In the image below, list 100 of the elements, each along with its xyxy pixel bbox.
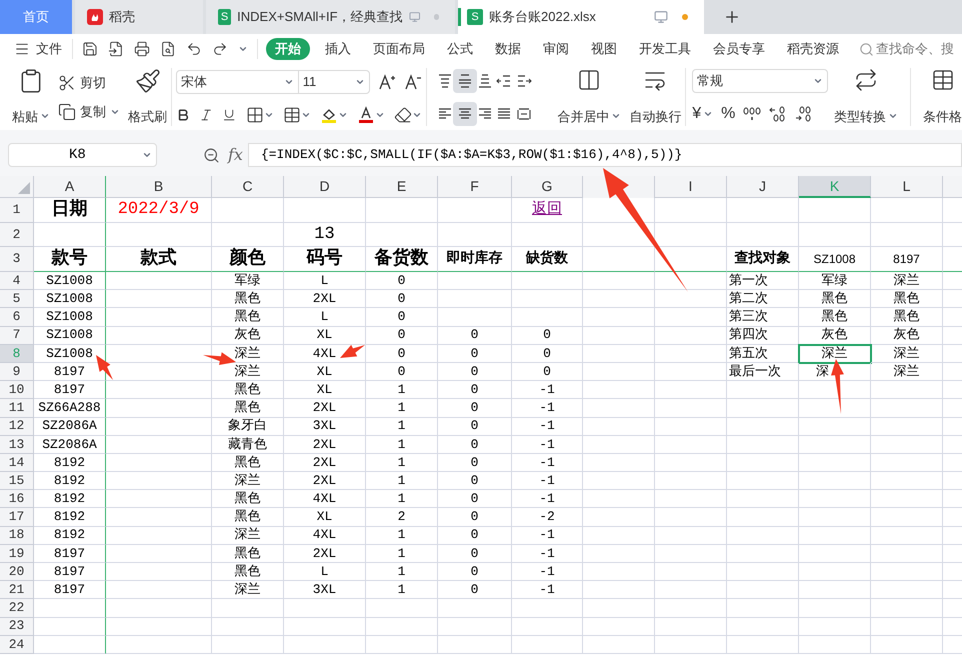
empty-cell bbox=[727, 618, 799, 636]
column-header[interactable]: E bbox=[366, 176, 438, 198]
ribbon-tab[interactable]: 页面布局 bbox=[373, 39, 425, 59]
row-number[interactable]: 1 bbox=[0, 198, 34, 223]
column-header[interactable]: G bbox=[512, 176, 583, 198]
new-tab-icon[interactable] bbox=[723, 8, 741, 26]
sheet-logo: S bbox=[218, 9, 232, 25]
align-icon bbox=[516, 72, 532, 88]
align-button[interactable] bbox=[452, 68, 477, 92]
file-menu[interactable]: 文件 bbox=[0, 39, 72, 59]
empty-cell bbox=[655, 362, 727, 382]
zoom-out-icon[interactable] bbox=[203, 146, 220, 164]
row-number[interactable]: 6 bbox=[0, 308, 34, 327]
tab[interactable]: 稻壳 bbox=[75, 0, 203, 34]
align-button[interactable] bbox=[452, 102, 477, 126]
return-link[interactable]: 返回 bbox=[512, 198, 583, 223]
export-icon[interactable] bbox=[108, 41, 124, 57]
redo-icon[interactable] bbox=[212, 41, 228, 57]
conditional-format-button[interactable]: 条件格 bbox=[911, 64, 962, 130]
search-field[interactable]: 查找命令、搜 bbox=[859, 39, 954, 59]
shrink-font-icon[interactable] bbox=[404, 73, 422, 91]
merge-center-button[interactable]: 合并居中 bbox=[557, 64, 622, 130]
ribbon-tab[interactable]: 插入 bbox=[325, 39, 351, 59]
empty-cell bbox=[799, 418, 871, 436]
font-color-icon[interactable] bbox=[356, 106, 375, 124]
paste-button[interactable]: 粘贴 bbox=[8, 64, 54, 130]
row-number[interactable]: 20 bbox=[0, 563, 34, 582]
ribbon-tab[interactable]: 视图 bbox=[591, 39, 617, 59]
row-number[interactable]: 5 bbox=[0, 290, 34, 308]
empty-cell bbox=[583, 399, 655, 418]
row-number[interactable]: 19 bbox=[0, 544, 34, 563]
column-header[interactable]: F bbox=[438, 176, 512, 198]
table-cell: 8192 bbox=[34, 472, 106, 490]
table-cell: 1 bbox=[366, 544, 438, 563]
column-header[interactable]: A bbox=[34, 176, 106, 198]
row-number[interactable]: 14 bbox=[0, 454, 34, 472]
number-format-select[interactable]: 常规 bbox=[692, 68, 828, 92]
increase-decimal-icon[interactable] bbox=[769, 104, 788, 122]
ribbon-tab[interactable]: 公式 bbox=[447, 39, 473, 59]
empty-cell bbox=[212, 198, 284, 223]
percent-button[interactable]: % bbox=[721, 102, 736, 126]
copy-button[interactable]: 复制 bbox=[58, 102, 120, 122]
table-cell: 13 bbox=[284, 223, 366, 247]
table-cell: SZ1008 bbox=[34, 326, 106, 345]
menu-icon bbox=[14, 41, 30, 57]
row-number[interactable]: 4 bbox=[0, 272, 34, 290]
wrap-text-button[interactable]: 自动换行 bbox=[629, 64, 682, 130]
table-cell: 1 bbox=[366, 526, 438, 545]
ribbon-tab[interactable]: 开发工具 bbox=[639, 39, 691, 59]
currency-button[interactable]: ¥ bbox=[692, 102, 714, 126]
row-number[interactable]: 21 bbox=[0, 581, 34, 600]
grow-font-icon[interactable] bbox=[378, 73, 396, 91]
row-number[interactable]: 3 bbox=[0, 247, 34, 272]
row-number[interactable]: 10 bbox=[0, 381, 34, 400]
thousands-separator-icon[interactable] bbox=[743, 104, 762, 122]
row-number[interactable]: 18 bbox=[0, 526, 34, 545]
row-number[interactable]: 9 bbox=[0, 362, 34, 382]
column-header[interactable]: I bbox=[655, 176, 727, 198]
row-number[interactable]: 2 bbox=[0, 223, 34, 247]
row-number[interactable]: 7 bbox=[0, 326, 34, 345]
print-icon[interactable] bbox=[134, 41, 150, 57]
convert-type-button[interactable]: 类型转换 bbox=[830, 64, 902, 130]
format-painter-button[interactable]: 格式刷 bbox=[128, 64, 167, 130]
function-button[interactable]: fx bbox=[228, 143, 243, 167]
caret-icon bbox=[338, 110, 348, 120]
tab[interactable]: S 账务台账2022.xlsx bbox=[458, 0, 704, 34]
ribbon-tab[interactable]: 审阅 bbox=[543, 39, 569, 59]
tab[interactable]: S INDEX+SMAll+IF，经典查找 bbox=[206, 0, 455, 34]
row-number[interactable]: 16 bbox=[0, 490, 34, 508]
eraser-icon[interactable] bbox=[394, 106, 412, 124]
row-number[interactable]: 12 bbox=[0, 418, 34, 436]
undo-icon[interactable] bbox=[186, 41, 202, 57]
row-number[interactable]: 24 bbox=[0, 636, 34, 654]
row-number[interactable]: 13 bbox=[0, 436, 34, 454]
row-number[interactable]: 15 bbox=[0, 472, 34, 490]
column-header[interactable]: L bbox=[871, 176, 943, 198]
cell-style-icon[interactable] bbox=[282, 106, 301, 124]
ribbon-tab[interactable]: 数据 bbox=[495, 39, 521, 59]
formula-field[interactable]: {=INDEX($C:$C,SMALL(IF($A:$A=K$3,ROW($1:$16),4^8),5))} bbox=[248, 143, 962, 167]
name-box[interactable]: K8 bbox=[8, 143, 157, 167]
row-number[interactable]: 17 bbox=[0, 508, 34, 527]
column-header[interactable]: D bbox=[284, 176, 366, 198]
ribbon-tab[interactable]: 稻壳资源 bbox=[787, 39, 839, 59]
empty-cell bbox=[212, 636, 284, 654]
decrease-decimal-icon[interactable] bbox=[795, 104, 814, 122]
table-cell: 查找对象 bbox=[727, 247, 799, 272]
empty-cell bbox=[727, 490, 799, 508]
empty-cell bbox=[655, 508, 727, 527]
empty-cell bbox=[655, 636, 727, 654]
ribbon-tab[interactable]: 会员专享 bbox=[713, 39, 765, 59]
row-number[interactable]: 11 bbox=[0, 399, 34, 418]
row-number[interactable]: 22 bbox=[0, 599, 34, 618]
align-icon bbox=[456, 106, 473, 122]
borders-icon[interactable] bbox=[246, 106, 264, 124]
save-icon[interactable] bbox=[82, 41, 98, 57]
column-header[interactable]: B bbox=[106, 176, 212, 198]
row-number[interactable]: 23 bbox=[0, 618, 34, 636]
column-header[interactable]: C bbox=[212, 176, 284, 198]
print-preview-icon[interactable] bbox=[160, 41, 176, 57]
cut-button[interactable]: 剪切 bbox=[58, 72, 120, 92]
